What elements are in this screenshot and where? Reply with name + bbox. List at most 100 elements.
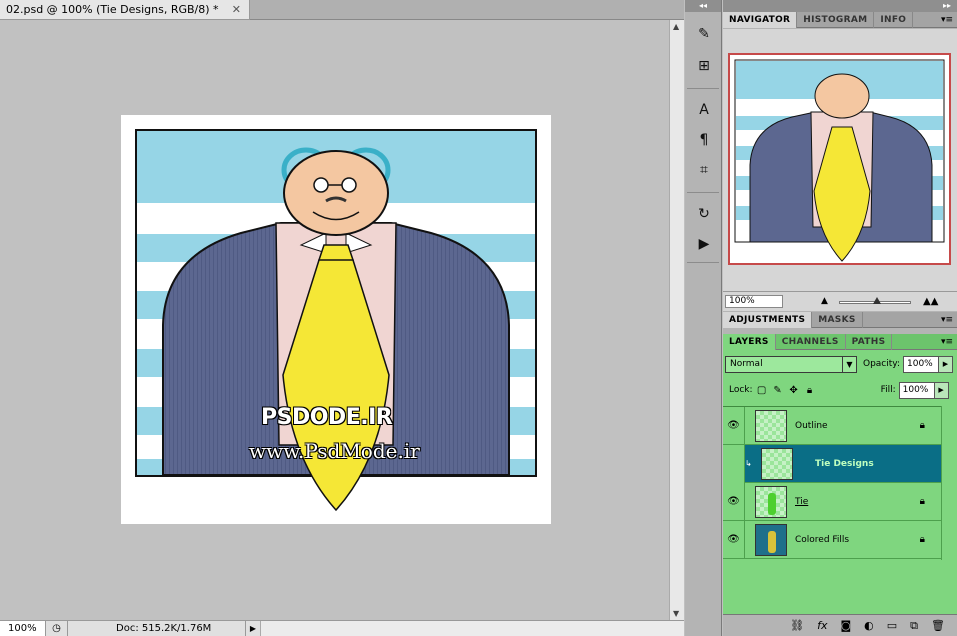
- fill-label: Fill:: [880, 385, 896, 395]
- eye-icon[interactable]: [723, 444, 745, 483]
- layer-row-tie-designs[interactable]: ↳ Tie Designs: [723, 444, 941, 483]
- actions-icon[interactable]: ▶: [694, 234, 714, 254]
- panel-menu-icon[interactable]: ▾≡: [941, 12, 957, 27]
- layer-name: Tie Designs: [815, 458, 874, 469]
- eye-icon[interactable]: 👁︎: [723, 406, 745, 445]
- blend-mode-select[interactable]: Normal ▼: [725, 355, 857, 373]
- panel-dock-icons: ◂◂ ✎ ⊞ A ¶ ⌗ ↻ ▶: [685, 0, 722, 636]
- zoom-field[interactable]: 100%: [0, 621, 46, 636]
- add-mask-icon[interactable]: ◙: [840, 619, 851, 632]
- eye-icon[interactable]: 👁︎: [723, 482, 745, 521]
- lock-icon: 🔒︎: [919, 496, 925, 507]
- opacity-label: Opacity:: [863, 359, 900, 369]
- layer-row-tie[interactable]: 👁︎ Tie 🔒︎: [723, 482, 941, 521]
- lock-all-icon[interactable]: 🔒︎: [803, 383, 817, 397]
- navigator-tabs: NAVIGATOR HISTOGRAM INFO ▾≡: [723, 12, 957, 28]
- vertical-scrollbar[interactable]: ▲ ▼: [669, 20, 684, 620]
- document-window: 02.psd @ 100% (Tie Designs, RGB/8) * ✕ P…: [0, 0, 684, 636]
- tab-channels[interactable]: CHANNELS: [776, 334, 846, 350]
- brushes-icon[interactable]: ✎: [694, 24, 714, 44]
- document-tab-title: 02.psd @ 100% (Tie Designs, RGB/8) *: [6, 3, 219, 16]
- tab-navigator[interactable]: NAVIGATOR: [723, 12, 798, 28]
- layer-row-colored-fills[interactable]: 👁︎ Colored Fills 🔒︎: [723, 520, 941, 559]
- watermark-top: PSDODE.IR: [261, 405, 393, 430]
- fill-arrow-icon[interactable]: ▶: [934, 381, 949, 399]
- layer-thumbnail: [755, 485, 787, 518]
- zoom-in-icon[interactable]: ▲▲: [923, 296, 938, 307]
- layer-thumbnail: [755, 409, 787, 442]
- opacity-arrow-icon[interactable]: ▶: [939, 355, 953, 373]
- tab-paths[interactable]: PATHS: [846, 334, 893, 350]
- adjustment-layer-icon[interactable]: ◐: [864, 619, 874, 632]
- panels-column: ▸▸ NAVIGATOR HISTOGRAM INFO ▾≡ 100% ▲ ▲▲…: [723, 0, 957, 636]
- tab-adjustments[interactable]: ADJUSTMENTS: [723, 312, 813, 328]
- zoom-out-icon[interactable]: ▲: [821, 296, 828, 306]
- layer-name: Outline: [795, 420, 828, 431]
- lock-transparency-icon[interactable]: ▢: [755, 383, 769, 397]
- tab-info[interactable]: INFO: [874, 12, 914, 28]
- eye-icon[interactable]: 👁︎: [723, 520, 745, 559]
- navigator-zoom-bar: 100% ▲ ▲▲: [723, 291, 957, 311]
- divider: [687, 192, 719, 193]
- blend-row: Normal ▼ Opacity: 100% ▶: [725, 354, 957, 374]
- scroll-down-icon[interactable]: ▼: [673, 609, 679, 618]
- layers-footer: ⛓ fx ◙ ◐ ▭ ⧉ 🗑︎: [723, 614, 957, 636]
- new-group-icon[interactable]: ▭: [887, 619, 897, 632]
- horizontal-scrollbar[interactable]: [260, 621, 684, 636]
- zoom-slider-handle[interactable]: [873, 297, 881, 304]
- document-tab[interactable]: 02.psd @ 100% (Tie Designs, RGB/8) * ✕: [0, 0, 250, 20]
- layer-name: Tie: [795, 496, 809, 507]
- layers-scrollbar[interactable]: [941, 406, 957, 560]
- navigator-thumbnail: [734, 59, 945, 262]
- layer-name: Colored Fills: [795, 534, 850, 545]
- tab-histogram[interactable]: HISTOGRAM: [797, 12, 875, 28]
- trash-icon[interactable]: 🗑︎: [931, 619, 945, 632]
- collapse-dock-icon[interactable]: ◂◂: [685, 0, 721, 12]
- navigator-preview[interactable]: [728, 53, 951, 265]
- panel-menu-icon[interactable]: ▾≡: [941, 312, 957, 327]
- divider: [687, 262, 719, 263]
- notes-icon[interactable]: ⌗: [694, 160, 714, 180]
- layer-thumbnail: [761, 447, 793, 480]
- paragraph-icon[interactable]: ¶: [694, 130, 714, 150]
- doc-info: Doc: 515.2K/1.76M: [68, 621, 246, 636]
- layer-thumbnail: [755, 523, 787, 556]
- layers-list: 👁︎ Outline 🔒︎ ↳ Tie Designs 👁︎ Tie 🔒︎ 👁︎…: [723, 406, 941, 560]
- chevron-down-icon: ▼: [842, 356, 856, 372]
- play-icon[interactable]: ▶: [246, 621, 260, 636]
- tab-layers[interactable]: LAYERS: [723, 334, 776, 350]
- adjustments-tabs: ADJUSTMENTS MASKS ▾≡: [723, 312, 957, 328]
- opacity-input[interactable]: 100%: [903, 355, 939, 373]
- watermark-bottom: www.PsdMode.ir: [249, 439, 420, 463]
- divider: [687, 88, 719, 89]
- fx-icon[interactable]: fx: [817, 619, 827, 632]
- link-layers-icon[interactable]: ⛓: [790, 619, 804, 632]
- clip-arrow-icon: ↳: [745, 459, 752, 468]
- panel-menu-icon[interactable]: ▾≡: [941, 334, 957, 349]
- close-icon[interactable]: ✕: [232, 3, 241, 16]
- photoshop-window: 02.psd @ 100% (Tie Designs, RGB/8) * ✕ P…: [0, 0, 957, 636]
- status-menu-icon[interactable]: ◷: [46, 621, 68, 636]
- scroll-up-icon[interactable]: ▲: [673, 22, 679, 31]
- expand-panels-icon[interactable]: ▸▸: [723, 0, 957, 12]
- lock-pixels-icon[interactable]: ✎: [771, 383, 785, 397]
- status-bar: 100% ◷ Doc: 515.2K/1.76M ▶: [0, 620, 684, 636]
- fill-input[interactable]: 100%: [898, 381, 935, 399]
- blend-mode-value: Normal: [730, 358, 763, 369]
- layers-panel: Normal ▼ Opacity: 100% ▶ Lock: ▢ ✎ ✥ 🔒︎ …: [723, 350, 957, 636]
- new-layer-icon[interactable]: ⧉: [910, 619, 918, 633]
- lock-position-icon[interactable]: ✥: [787, 383, 801, 397]
- lock-row: Lock: ▢ ✎ ✥ 🔒︎ Fill: 100% ▶: [725, 380, 957, 400]
- navigator-zoom-input[interactable]: 100%: [725, 295, 783, 308]
- layers-tabs: LAYERS CHANNELS PATHS ▾≡: [723, 334, 957, 350]
- navigator-panel: [723, 29, 957, 291]
- lock-icon: 🔒︎: [919, 534, 925, 545]
- canvas[interactable]: PSDODE.IR www.PsdMode.ir: [121, 115, 551, 524]
- lock-label: Lock:: [729, 385, 753, 395]
- history-icon[interactable]: ↻: [694, 204, 714, 224]
- character-icon[interactable]: A: [694, 100, 714, 120]
- clone-source-icon[interactable]: ⊞: [694, 56, 714, 76]
- tab-masks[interactable]: MASKS: [812, 312, 863, 328]
- lock-icon: 🔒︎: [919, 420, 925, 431]
- layer-row-outline[interactable]: 👁︎ Outline 🔒︎: [723, 406, 941, 445]
